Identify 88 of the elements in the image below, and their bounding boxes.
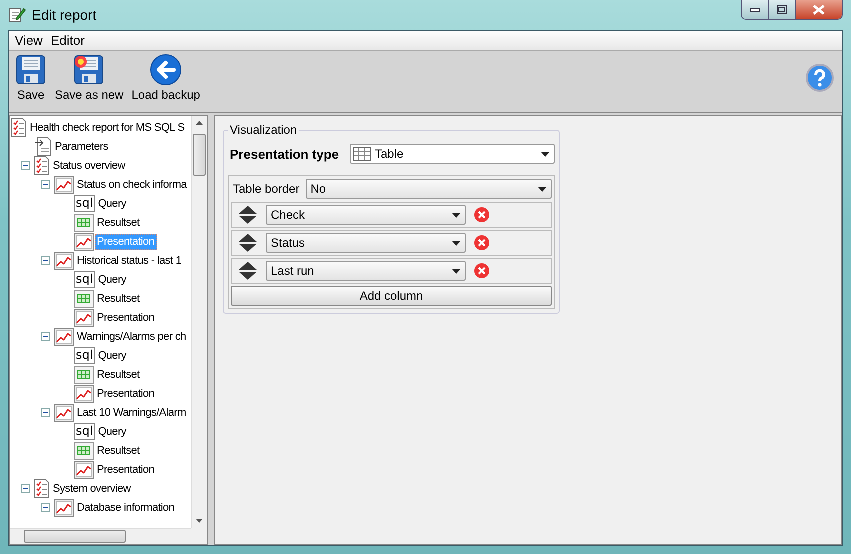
horizontal-scrollbar[interactable] — [10, 528, 191, 544]
line-chart-icon — [54, 498, 74, 516]
line-chart-icon — [54, 328, 74, 346]
scroll-up-icon[interactable] — [196, 121, 203, 125]
collapse-toggle[interactable] — [41, 502, 50, 512]
tree-item[interactable]: Query — [96, 348, 128, 364]
group-title: Visualization — [228, 123, 300, 137]
checklist-icon — [34, 156, 50, 176]
line-chart-icon — [74, 308, 94, 326]
tree-item[interactable]: Resultset — [95, 442, 142, 458]
tree-item[interactable]: Presentation — [95, 462, 157, 478]
scroll-down-icon[interactable] — [196, 519, 203, 523]
remove-icon[interactable] — [474, 235, 490, 251]
table-icon — [353, 147, 371, 161]
tree-item[interactable]: Query — [96, 196, 128, 212]
tree-item[interactable]: Historical status - last 1 — [75, 252, 184, 268]
caret-icon — [541, 152, 550, 156]
scrollbar-thumb[interactable] — [24, 530, 126, 543]
scrollbar-thumb[interactable] — [193, 134, 206, 176]
tree-item[interactable]: Resultset — [95, 290, 142, 306]
maximize-icon — [777, 5, 787, 14]
move-up-down-icon[interactable] — [238, 205, 258, 225]
tree-item[interactable]: Resultset — [95, 214, 142, 230]
checklist-icon — [34, 478, 50, 498]
menu-item[interactable]: Editor — [46, 33, 89, 48]
toolbar-button[interactable]: Save as new — [51, 54, 128, 102]
tree-item[interactable]: Health check report for MS SQL S — [28, 120, 187, 136]
close-icon — [813, 4, 825, 14]
vertical-scrollbar[interactable] — [191, 116, 207, 528]
line-chart-icon — [54, 252, 74, 270]
tree-item[interactable]: Warnings/Alarms per ch — [75, 328, 188, 344]
caret-icon — [452, 240, 461, 246]
grid-icon — [74, 290, 94, 308]
presentation-type-dropdown[interactable]: Table — [350, 144, 555, 164]
toolbar-button[interactable]: Load backup — [128, 54, 204, 102]
remove-icon[interactable] — [474, 263, 490, 279]
sql-icon: sql — [74, 271, 96, 288]
line-chart-icon — [54, 404, 74, 422]
collapse-toggle[interactable] — [41, 180, 50, 188]
help-icon[interactable] — [806, 64, 834, 92]
collapse-toggle[interactable] — [41, 256, 50, 264]
close-button[interactable] — [796, 0, 842, 19]
grid-icon — [74, 214, 94, 232]
sql-icon: sql — [74, 347, 96, 364]
minimize-button[interactable] — [742, 0, 769, 19]
toolbar-button[interactable]: Save — [11, 54, 51, 102]
line-chart-icon — [74, 232, 94, 250]
collapse-toggle[interactable] — [41, 332, 50, 340]
menu-item[interactable]: View — [11, 33, 47, 48]
line-chart-icon — [74, 384, 94, 402]
sql-icon: sql — [74, 423, 96, 440]
column-dropdown[interactable]: Check — [266, 205, 466, 225]
caret-icon — [452, 268, 461, 274]
column-dropdown[interactable]: Status — [266, 233, 466, 253]
notepad-pencil-icon — [8, 6, 26, 24]
move-up-down-icon[interactable] — [238, 233, 258, 253]
column-dropdown[interactable]: Last run — [266, 261, 466, 281]
tree-item[interactable]: Presentation — [95, 386, 157, 402]
remove-icon[interactable] — [474, 207, 490, 223]
tree-item[interactable]: Status on check informa — [75, 176, 189, 192]
document-arrow-icon — [34, 136, 52, 156]
move-up-down-icon[interactable] — [238, 261, 258, 281]
grid-icon — [74, 366, 94, 384]
table-border-dropdown[interactable]: No — [306, 179, 552, 199]
caret-icon — [538, 186, 547, 192]
tree-item[interactable]: System overview — [51, 480, 133, 496]
tree-item[interactable]: Resultset — [95, 366, 142, 382]
grid-icon — [74, 442, 94, 460]
line-chart-icon — [54, 176, 74, 194]
add-column-button[interactable]: Add column — [231, 286, 552, 306]
line-chart-icon — [74, 460, 94, 478]
maximize-button[interactable] — [769, 0, 796, 19]
window-title: Edit report — [32, 7, 97, 23]
field-label: Presentation type — [229, 146, 340, 162]
tree-item[interactable]: Status overview — [51, 158, 128, 174]
tree-item[interactable]: Parameters — [53, 138, 110, 154]
collapse-toggle[interactable] — [21, 160, 30, 170]
collapse-toggle[interactable] — [41, 408, 50, 416]
tree-item[interactable]: Database information — [75, 500, 177, 516]
minimize-icon — [750, 8, 760, 12]
tree-item[interactable]: Last 10 Warnings/Alarm — [75, 404, 188, 420]
caret-icon — [452, 212, 461, 218]
tree-item[interactable]: Query — [96, 424, 128, 440]
field-label: Table border — [233, 182, 300, 196]
tree-item[interactable]: Query — [96, 272, 128, 288]
sql-icon: sql — [74, 195, 96, 212]
collapse-toggle[interactable] — [21, 484, 30, 492]
tree-item[interactable]: Presentation — [95, 310, 157, 326]
